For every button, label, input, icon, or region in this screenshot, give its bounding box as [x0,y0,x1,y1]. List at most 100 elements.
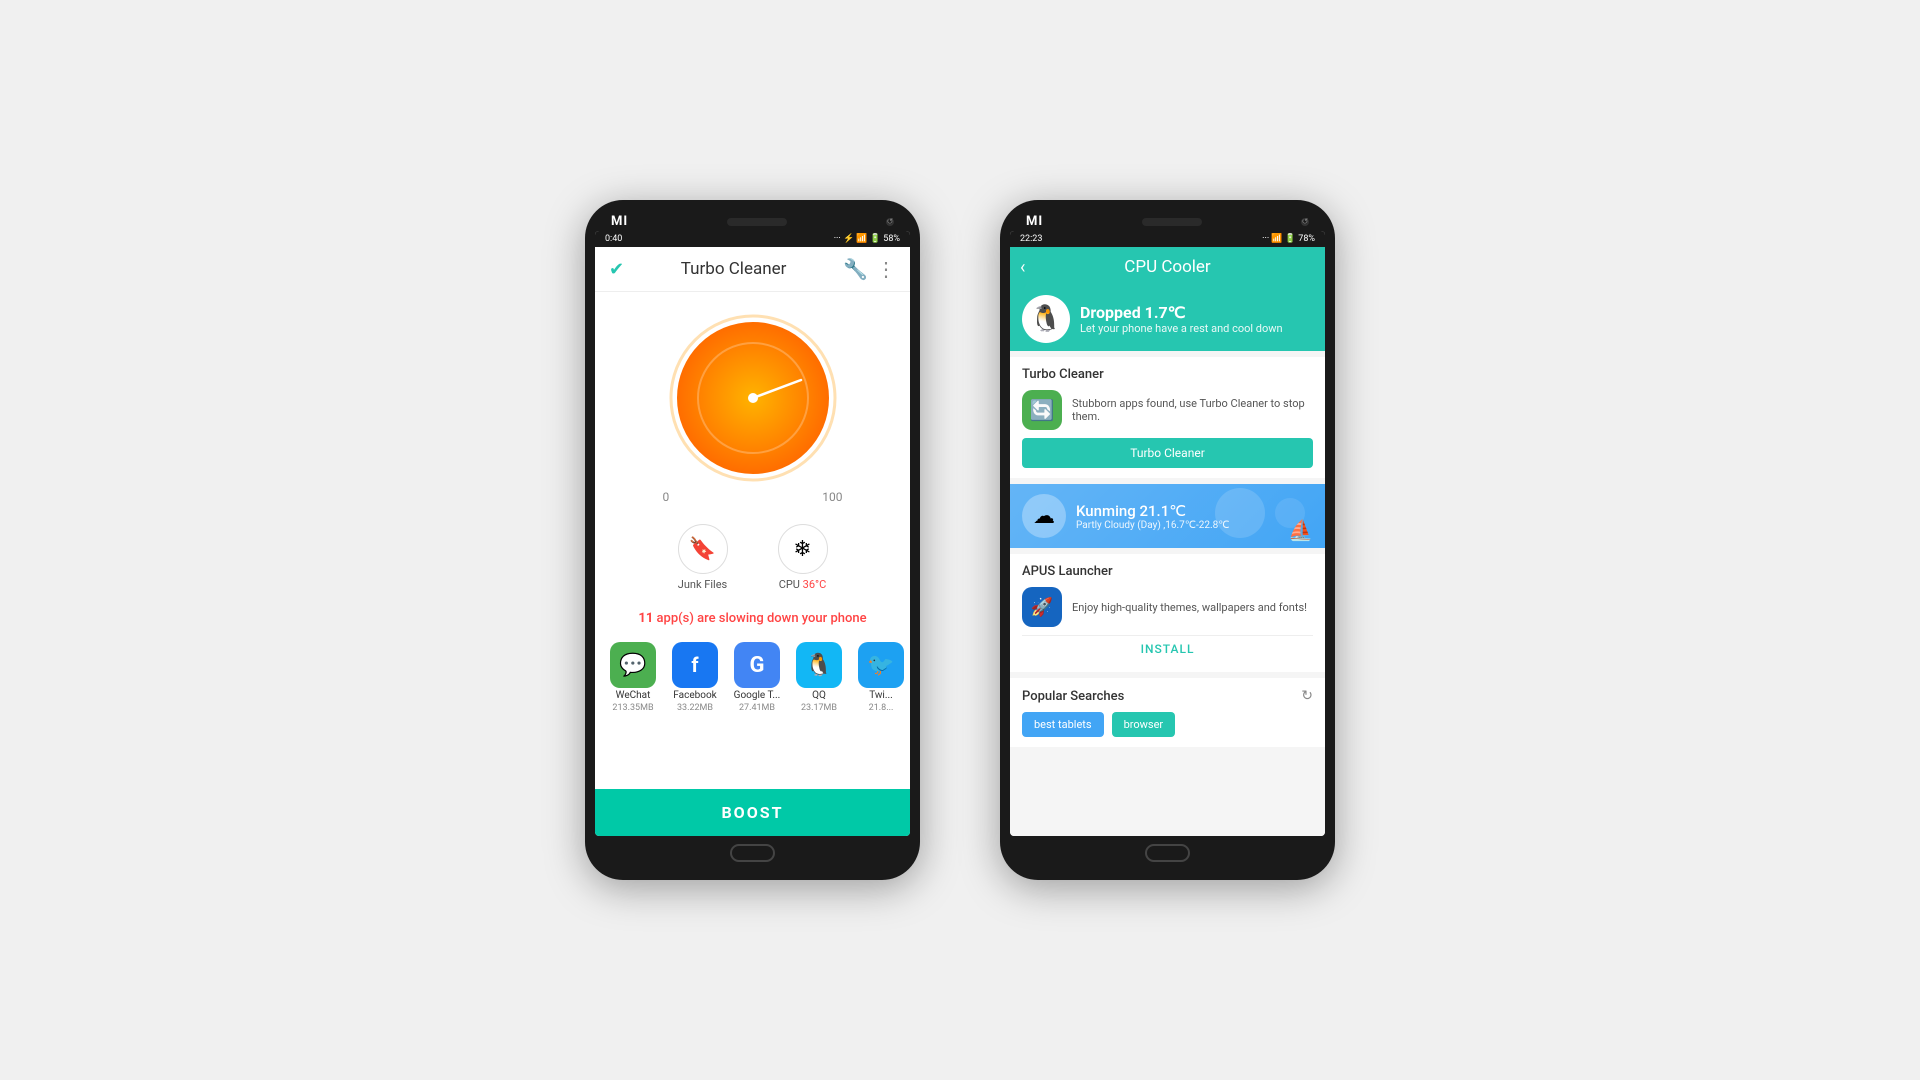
penguin-avatar: 🐧 [1022,295,1070,343]
phone-1-top: MI ↺ [595,210,910,231]
boat-icon: ⛵ [1288,518,1313,542]
turbo-section: Turbo Cleaner 🔄 Stubborn apps found, use… [1010,357,1325,478]
tag-best-tablets[interactable]: best tablets [1022,712,1104,737]
turbo-cleaner-button[interactable]: Turbo Cleaner [1022,438,1313,468]
status-time-2: 22:23 [1020,234,1042,244]
app-header-1: ✔ Turbo Cleaner 🔧 ⋮ [595,247,910,292]
apus-row: 🚀 Enjoy high-quality themes, wallpapers … [1022,587,1313,627]
tools-section: 🔖 Junk Files ❄ CPU 36°C [595,512,910,603]
home-button-2[interactable] [1145,844,1190,862]
cpu-icon: ❄ [778,524,828,574]
qq-name: QQ [812,690,826,701]
mi-logo-2: MI [1026,214,1043,229]
apus-text: Enjoy high-quality themes, wallpapers an… [1072,601,1313,614]
popular-header: Popular Searches ↻ [1022,688,1313,704]
weather-info: Kunming 21.1℃ Partly Cloudy (Day) ,16.7℃… [1076,502,1229,531]
phone-camera-1 [727,218,787,226]
check-icon-1[interactable]: ✔ [609,259,624,280]
phone-2-screen: 22:23 ··· 📶 🔋 78% ‹ CPU Cooler 🐧 Dropped… [1010,231,1325,836]
turbo-section-title: Turbo Cleaner [1022,367,1313,382]
weather-row: ☁ Kunming 21.1℃ Partly Cloudy (Day) ,16.… [1022,494,1313,538]
search-tags: best tablets browser [1022,712,1313,737]
weather-desc: Partly Cloudy (Day) ,16.7℃-22.8℃ [1076,520,1229,531]
app-title-1: Turbo Cleaner [681,259,787,279]
apps-row: 💬 WeChat 213.35MB f Facebook 33.22MB G G… [595,634,910,721]
back-button[interactable]: ‹ [1020,257,1025,278]
phone-speaker-1: ↺ [886,218,894,226]
phone-camera-2 [1142,218,1202,226]
wechat-size: 213.35MB [612,703,653,713]
phone-1-bottom [595,836,910,870]
app-wechat[interactable]: 💬 WeChat 213.35MB [605,642,661,713]
apus-icon: 🚀 [1022,587,1062,627]
qq-icon: 🐧 [796,642,842,688]
twitter-icon: 🐦 [858,642,904,688]
cpu-temp: 36°C [803,578,827,591]
apus-section: APUS Launcher 🚀 Enjoy high-quality theme… [1010,554,1325,672]
qq-size: 23.17MB [801,703,837,713]
gauge-labels: 0 100 [663,490,843,504]
cpu-cooler-content: 🐧 Dropped 1.7℃ Let your phone have a res… [1010,287,1325,836]
gauge-svg [663,308,843,488]
facebook-icon: f [672,642,718,688]
slow-apps-banner: 11 app(s) are slowing down your phone [595,603,910,634]
app-header-2: ‹ CPU Cooler [1010,247,1325,287]
slow-count: 11 [638,611,653,626]
app-qq[interactable]: 🐧 QQ 23.17MB [791,642,847,713]
gauge-max: 100 [822,490,842,504]
status-bar-1: 0:40 ··· ⚡ 📶 🔋 58% [595,231,910,247]
junk-files-icon: 🔖 [678,524,728,574]
gauge-section: 0 100 [595,292,910,512]
install-button[interactable]: INSTALL [1022,635,1313,662]
google-size: 27.41MB [739,703,775,713]
app-twitter[interactable]: 🐦 Twi... 21.8... [853,642,909,713]
slow-apps-suffix: app(s) are slowing down your phone [653,611,866,626]
popular-section: Popular Searches ↻ best tablets browser [1010,678,1325,747]
dropped-banner: 🐧 Dropped 1.7℃ Let your phone have a res… [1010,287,1325,351]
more-icon-1[interactable]: ⋮ [876,257,896,281]
phone-1: MI ↺ 0:40 ··· ⚡ 📶 🔋 58% ✔ Turbo Cleaner … [585,200,920,880]
app-google[interactable]: G Google T... 27.41MB [729,642,785,713]
weather-bubble-1 [1215,488,1265,538]
phone-2: MI ↺ 22:23 ··· 📶 🔋 78% ‹ CPU Cooler 🐧 Dr… [1000,200,1335,880]
google-name: Google T... [734,690,781,701]
wechat-icon: 💬 [610,642,656,688]
cpu-tool[interactable]: ❄ CPU 36°C [778,524,828,591]
twitter-name: Twi... [869,690,893,701]
junk-files-tool[interactable]: 🔖 Junk Files [678,524,728,591]
turbo-promo-row: 🔄 Stubborn apps found, use Turbo Cleaner… [1022,390,1313,430]
apus-section-title: APUS Launcher [1022,564,1313,579]
phone-2-top: MI ↺ [1010,210,1325,231]
refresh-icon[interactable]: ↻ [1301,688,1313,704]
facebook-name: Facebook [673,690,716,701]
phone-2-bottom [1010,836,1325,870]
tag-browser[interactable]: browser [1112,712,1176,737]
facebook-size: 33.22MB [677,703,713,713]
app-title-2: CPU Cooler [1124,257,1210,277]
boost-button[interactable]: BOOST [595,789,910,836]
turbo-promo-icon: 🔄 [1022,390,1062,430]
gauge-container [663,308,843,488]
phone-speaker-2: ↺ [1301,218,1309,226]
dropped-text: Dropped 1.7℃ Let your phone have a rest … [1080,303,1283,335]
home-button-1[interactable] [730,844,775,862]
status-icons-1: ··· ⚡ 📶 🔋 58% [834,234,900,244]
header-icons-1: 🔧 ⋮ [843,257,896,281]
status-time-1: 0:40 [605,234,622,244]
wechat-name: WeChat [616,690,651,701]
city-temp: Kunming 21.1℃ [1076,502,1229,520]
google-icon: G [734,642,780,688]
cpu-label: CPU 36°C [779,578,827,591]
status-icons-2: ··· 📶 🔋 78% [1262,234,1315,244]
phone-1-screen: 0:40 ··· ⚡ 📶 🔋 58% ✔ Turbo Cleaner 🔧 ⋮ [595,231,910,836]
junk-files-label: Junk Files [678,578,727,591]
dropped-title: Dropped 1.7℃ [1080,303,1283,322]
gauge-min: 0 [663,490,670,504]
status-bar-2: 22:23 ··· 📶 🔋 78% [1010,231,1325,247]
twitter-size: 21.8... [869,703,894,713]
dropped-subtitle: Let your phone have a rest and cool down [1080,322,1283,335]
weather-card: ☁ Kunming 21.1℃ Partly Cloudy (Day) ,16.… [1010,484,1325,548]
app-facebook[interactable]: f Facebook 33.22MB [667,642,723,713]
logo-icon-1: 🔧 [843,257,868,281]
mi-logo-1: MI [611,214,628,229]
